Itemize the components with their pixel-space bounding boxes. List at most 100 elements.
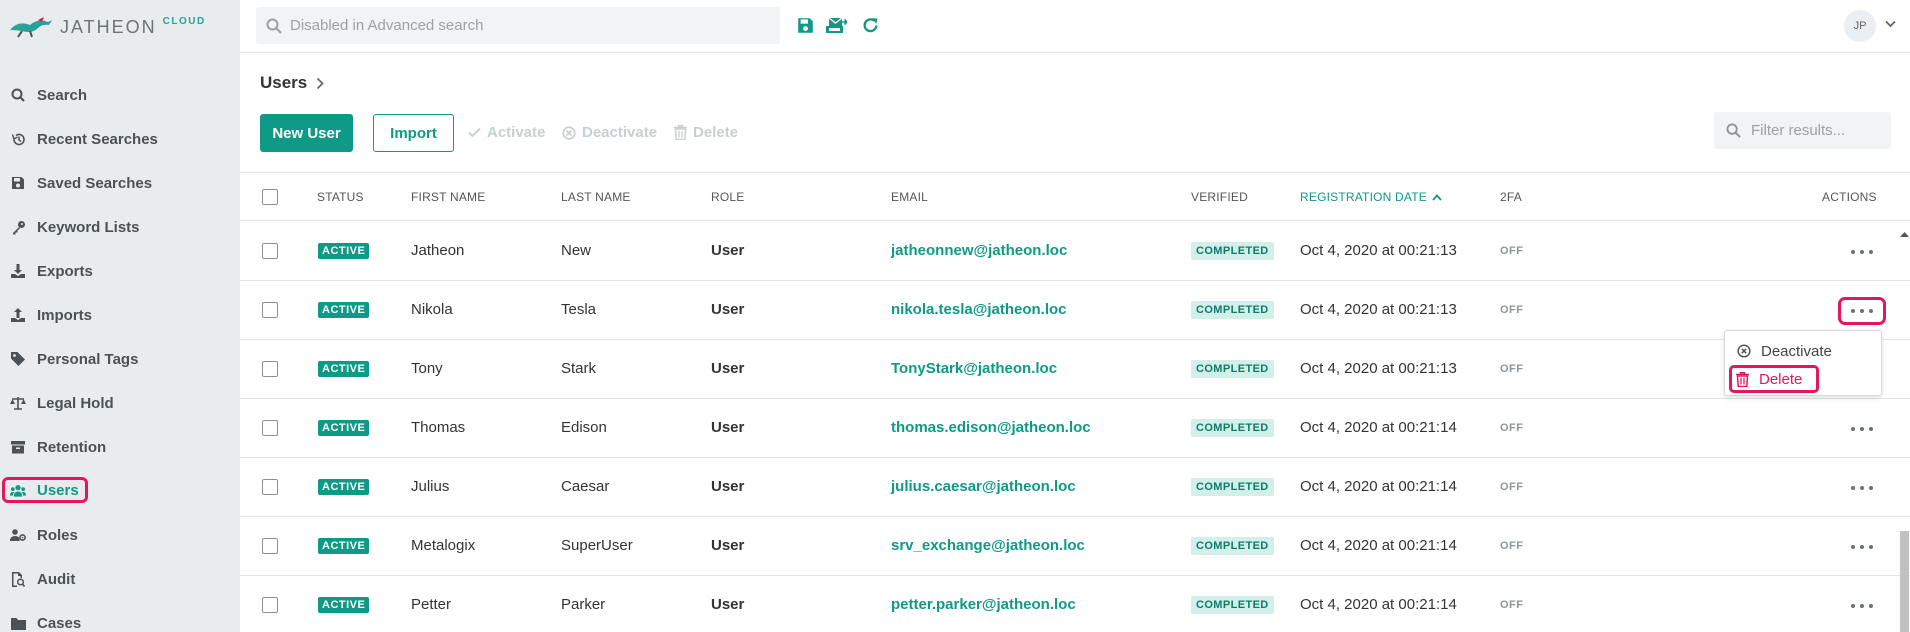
sidebar-item-label: Users <box>37 481 79 499</box>
sidebar-item-retention[interactable]: Retention <box>0 433 106 461</box>
menu-item-label: Deactivate <box>1761 342 1832 360</box>
twofa-status: OFF <box>1500 422 1524 434</box>
row-actions-button[interactable] <box>1836 474 1888 502</box>
sidebar-item-cases[interactable]: Cases <box>0 609 81 632</box>
select-all-checkbox[interactable] <box>262 189 278 205</box>
sort-asc-icon <box>1432 193 1442 201</box>
sidebar-item-keyword-lists[interactable]: Keyword Lists <box>0 213 140 241</box>
export-search-button[interactable] <box>825 14 847 36</box>
row-checkbox[interactable] <box>262 538 278 554</box>
table-header: STATUS FIRST NAME LAST NAME ROLE EMAIL V… <box>240 172 1910 221</box>
new-user-button[interactable]: New User <box>260 114 353 152</box>
row-actions-button[interactable] <box>1836 533 1888 561</box>
sidebar-item-imports[interactable]: Imports <box>0 301 92 329</box>
activate-label: Activate <box>487 124 546 141</box>
save-search-button[interactable] <box>794 14 816 36</box>
sidebar-item-personal-tags[interactable]: Personal Tags <box>0 345 138 373</box>
column-2fa[interactable]: 2FA <box>1500 190 1522 204</box>
status-badge: ACTIVE <box>318 479 370 495</box>
row-actions-button[interactable] <box>1836 592 1888 620</box>
table-row[interactable]: ACTIVE Petter Parker User petter.parker@… <box>240 576 1910 632</box>
sidebar-item-saved-searches[interactable]: Saved Searches <box>0 169 152 197</box>
last-name: SuperUser <box>561 537 633 554</box>
sidebar-item-label: Saved Searches <box>37 174 153 192</box>
email-link[interactable]: petter.parker@jatheon.loc <box>891 596 1076 613</box>
sidebar-item-audit[interactable]: Audit <box>0 565 75 593</box>
sidebar-item-search[interactable]: Search <box>0 81 87 109</box>
table-row[interactable]: ACTIVE Metalogix SuperUser User srv_exch… <box>240 517 1910 576</box>
deactivate-button[interactable]: Deactivate <box>562 124 657 141</box>
sidebar-item-roles[interactable]: Roles <box>0 521 78 549</box>
avatar-initials: JP <box>1853 20 1867 32</box>
row-checkbox[interactable] <box>262 420 278 436</box>
row-actions-menu: Deactivate Delete <box>1724 330 1882 396</box>
row-checkbox[interactable] <box>262 597 278 613</box>
trash-icon <box>674 125 687 140</box>
email-link[interactable]: nikola.tesla@jatheon.loc <box>891 301 1067 318</box>
deactivate-label: Deactivate <box>582 124 658 141</box>
last-name: Edison <box>561 419 607 436</box>
refresh-button[interactable] <box>859 14 881 36</box>
menu-item-label: Delete <box>1759 370 1803 388</box>
scrollbar-thumb[interactable] <box>1900 531 1909 632</box>
row-actions-button[interactable] <box>1836 415 1888 443</box>
sidebar-item-legal-hold[interactable]: Legal Hold <box>0 389 114 417</box>
column-role[interactable]: ROLE <box>711 190 744 204</box>
row-checkbox[interactable] <box>262 302 278 318</box>
column-registration-date[interactable]: REGISTRATION DATE <box>1300 190 1442 204</box>
verified-badge: COMPLETED <box>1191 301 1274 319</box>
row-checkbox[interactable] <box>262 361 278 377</box>
brand-logo[interactable]: JATHEON CLOUD <box>8 12 206 42</box>
first-name: Jatheon <box>411 242 465 259</box>
sidebar-item-users[interactable]: Users <box>2 477 88 503</box>
audit-icon <box>10 571 26 587</box>
global-search-input[interactable] <box>290 17 770 34</box>
row-checkbox[interactable] <box>262 479 278 495</box>
page-title[interactable]: Users <box>260 73 307 93</box>
chevron-down-icon[interactable] <box>1885 20 1896 28</box>
table-row[interactable]: ACTIVE Nikola Tesla User nikola.tesla@ja… <box>240 281 1910 340</box>
email-link[interactable]: julius.caesar@jatheon.loc <box>891 478 1076 495</box>
row-checkbox[interactable] <box>262 243 278 259</box>
table-row[interactable]: ACTIVE Thomas Edison User thomas.edison@… <box>240 399 1910 458</box>
verified-badge: COMPLETED <box>1191 419 1274 437</box>
twofa-status: OFF <box>1500 599 1524 611</box>
column-first-name[interactable]: FIRST NAME <box>411 190 485 204</box>
sidebar-item-label: Personal Tags <box>37 350 139 368</box>
registration-date: Oct 4, 2020 at 00:21:14 <box>1300 537 1457 554</box>
activate-button[interactable]: Activate <box>468 124 545 141</box>
filter-input[interactable] <box>1751 122 1891 139</box>
column-verified[interactable]: VERIFIED <box>1191 190 1248 204</box>
verified-badge: COMPLETED <box>1191 596 1274 614</box>
menu-item-deactivate[interactable]: Deactivate <box>1733 339 1832 363</box>
column-registration-date-label: REGISTRATION DATE <box>1300 190 1427 204</box>
delete-button[interactable]: Delete <box>674 124 738 141</box>
column-email[interactable]: EMAIL <box>891 190 928 204</box>
registration-date: Oct 4, 2020 at 00:21:13 <box>1300 242 1457 259</box>
table-scrollbar[interactable] <box>1898 231 1910 632</box>
first-name: Nikola <box>411 301 453 318</box>
table-row[interactable]: ACTIVE Julius Caesar User julius.caesar@… <box>240 458 1910 517</box>
download-icon <box>10 263 26 279</box>
menu-item-delete[interactable]: Delete <box>1729 365 1819 393</box>
chevron-right-icon <box>317 77 324 89</box>
sidebar-item-recent-searches[interactable]: Recent Searches <box>0 125 158 153</box>
sidebar-item-exports[interactable]: Exports <box>0 257 93 285</box>
check-icon <box>468 127 481 138</box>
global-search <box>256 7 780 44</box>
import-button[interactable]: Import <box>373 114 454 152</box>
sidebar-item-label: Audit <box>37 570 76 588</box>
column-status[interactable]: STATUS <box>317 190 364 204</box>
archive-icon <box>10 439 26 455</box>
email-link[interactable]: jatheonnew@jatheon.loc <box>891 242 1067 259</box>
user-avatar[interactable]: JP <box>1844 10 1876 42</box>
table-row[interactable]: ACTIVE Jatheon New User jatheonnew@jathe… <box>240 222 1910 281</box>
row-actions-button[interactable] <box>1838 297 1886 325</box>
column-last-name[interactable]: LAST NAME <box>561 190 631 204</box>
row-actions-button[interactable] <box>1836 238 1888 266</box>
table-row[interactable]: ACTIVE Tony Stark User TonyStark@jatheon… <box>240 340 1910 399</box>
email-link[interactable]: TonyStark@jatheon.loc <box>891 360 1057 377</box>
sidebar-item-label: Cases <box>37 614 82 632</box>
email-link[interactable]: srv_exchange@jatheon.loc <box>891 537 1085 554</box>
email-link[interactable]: thomas.edison@jatheon.loc <box>891 419 1091 436</box>
